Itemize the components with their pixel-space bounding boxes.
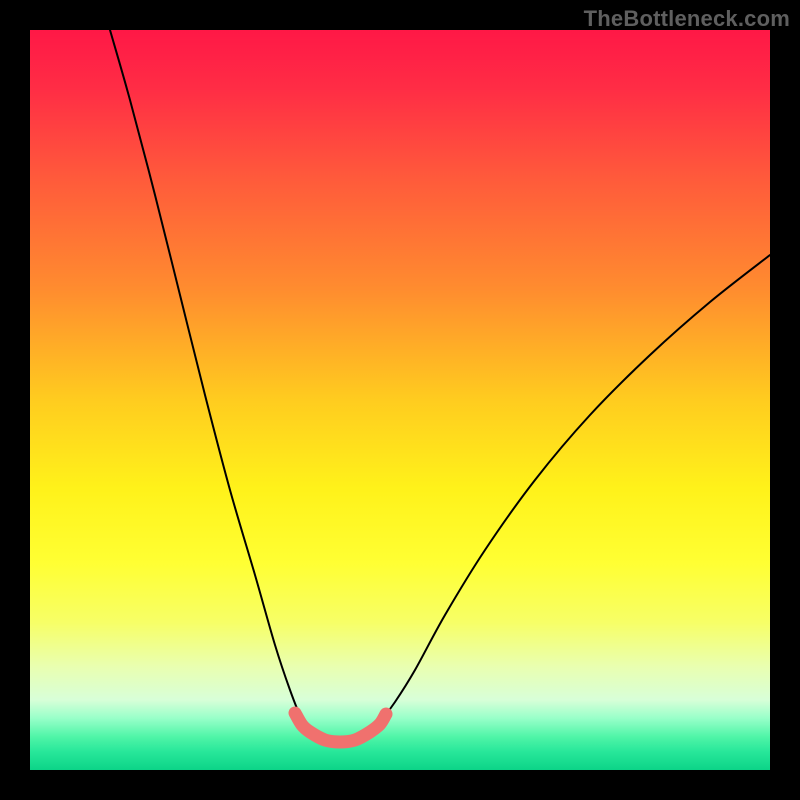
chart-frame bbox=[30, 30, 770, 770]
watermark: TheBottleneck.com bbox=[584, 6, 790, 32]
chart-svg bbox=[30, 30, 770, 770]
